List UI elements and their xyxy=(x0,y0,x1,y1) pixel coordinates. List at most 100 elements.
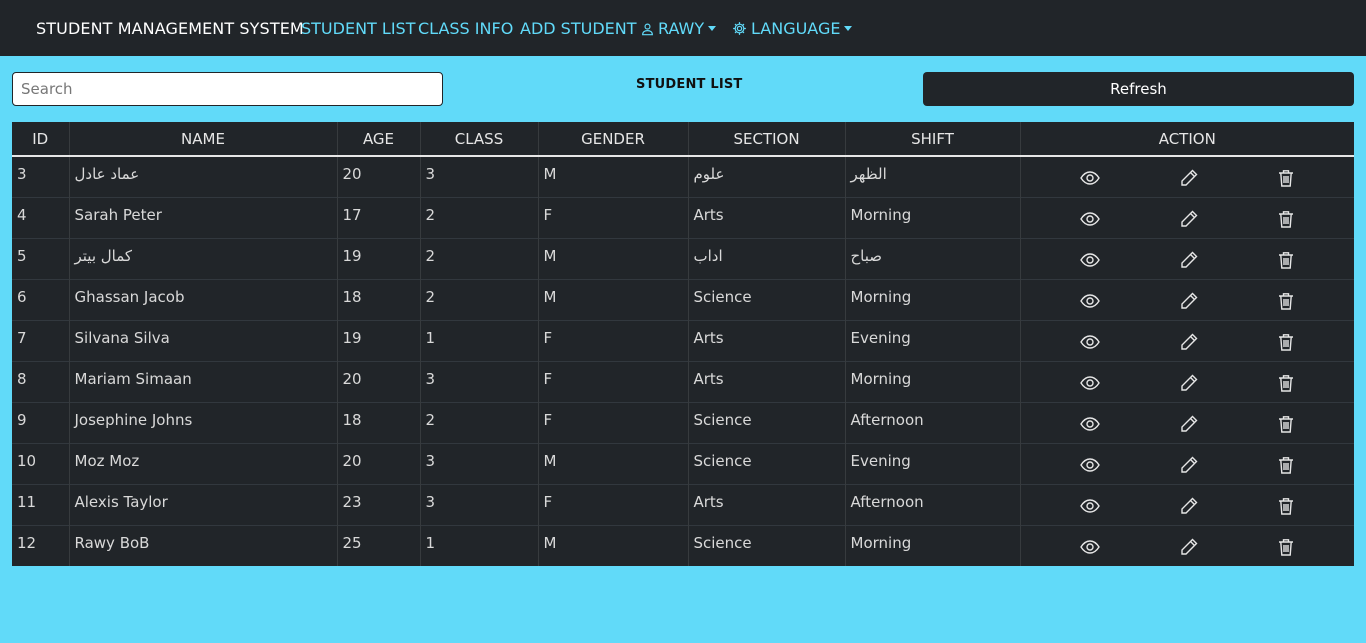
col-header-section: SECTION xyxy=(688,122,846,157)
view-eye-icon[interactable] xyxy=(1080,294,1101,312)
table-row: 3 عماد عادل 20 3 M علوم الظهر xyxy=(12,155,1354,198)
cell-name: Josephine Johns xyxy=(69,402,338,444)
search-input[interactable] xyxy=(12,72,443,106)
cell-action xyxy=(1020,155,1354,198)
edit-pencil-icon[interactable] xyxy=(1180,538,1198,560)
cell-name-text: كمال بيتر xyxy=(74,247,133,265)
cell-age-text: 25 xyxy=(342,534,362,552)
edit-pencil-icon[interactable] xyxy=(1180,333,1198,355)
view-eye-icon[interactable] xyxy=(1080,499,1101,517)
cell-age: 19 xyxy=(337,320,421,362)
view-eye-icon[interactable] xyxy=(1080,417,1101,435)
cell-name-text: Silvana Silva xyxy=(74,329,170,347)
cell-name-text: Mariam Simaan xyxy=(74,370,192,388)
edit-pencil-icon[interactable] xyxy=(1180,497,1198,519)
cell-id: 5 xyxy=(12,238,70,280)
refresh-button[interactable]: Refresh xyxy=(923,72,1354,106)
delete-trash-icon[interactable] xyxy=(1278,210,1294,232)
cell-age: 25 xyxy=(337,525,421,566)
cell-age: 19 xyxy=(337,238,421,280)
cell-name: Moz Moz xyxy=(69,443,338,485)
edit-pencil-icon[interactable] xyxy=(1180,456,1198,478)
edit-pencil-icon[interactable] xyxy=(1180,169,1198,191)
delete-trash-icon[interactable] xyxy=(1278,169,1294,191)
cell-gender-text: M xyxy=(543,247,557,265)
delete-trash-icon[interactable] xyxy=(1278,251,1294,273)
cell-action xyxy=(1020,525,1354,566)
view-eye-icon[interactable] xyxy=(1080,171,1101,189)
delete-trash-icon[interactable] xyxy=(1278,292,1294,314)
cell-id-text: 8 xyxy=(17,370,27,388)
delete-trash-icon[interactable] xyxy=(1278,497,1294,519)
cell-section: Science xyxy=(688,443,846,485)
cell-id: 4 xyxy=(12,197,70,239)
edit-pencil-icon[interactable] xyxy=(1180,292,1198,314)
col-header-gender: GENDER xyxy=(538,122,689,157)
cell-shift-text: Evening xyxy=(850,329,911,347)
cell-section: Science xyxy=(688,525,846,566)
cell-class: 3 xyxy=(420,361,539,403)
view-eye-icon[interactable] xyxy=(1080,253,1101,271)
col-header-class: CLASS xyxy=(420,122,539,157)
edit-pencil-icon[interactable] xyxy=(1180,210,1198,232)
nav-add-student[interactable]: ADD STUDENT xyxy=(520,19,636,38)
view-eye-icon[interactable] xyxy=(1080,335,1101,353)
nav-language-dropdown[interactable]: LANGUAGE xyxy=(732,19,853,38)
edit-pencil-icon[interactable] xyxy=(1180,415,1198,437)
view-eye-icon[interactable] xyxy=(1080,540,1101,558)
delete-trash-icon[interactable] xyxy=(1278,538,1294,560)
cell-gender: F xyxy=(538,320,689,362)
cell-gender-text: F xyxy=(543,206,553,224)
page-title: STUDENT LIST xyxy=(636,77,743,92)
cell-class-text: 2 xyxy=(425,247,436,265)
cell-id-text: 11 xyxy=(17,493,37,511)
col-header-age: AGE xyxy=(337,122,421,157)
cell-id-text: 3 xyxy=(17,165,27,183)
cell-class-text: 3 xyxy=(425,165,436,183)
cell-age-text: 23 xyxy=(342,493,362,511)
table-row: 7 Silvana Silva 19 1 F Arts Evening xyxy=(12,320,1354,362)
cell-name: Mariam Simaan xyxy=(69,361,338,403)
cell-section-text: Science xyxy=(693,288,752,306)
cell-age: 20 xyxy=(337,361,421,403)
cell-name: عماد عادل xyxy=(69,155,338,198)
cell-action xyxy=(1020,197,1354,239)
action-group xyxy=(1021,444,1355,484)
cell-id-text: 7 xyxy=(17,329,27,347)
brand[interactable]: STUDENT MANAGEMENT SYSTEM xyxy=(36,19,304,38)
cell-gender-text: M xyxy=(543,534,557,552)
cell-shift: Afternoon xyxy=(845,484,1021,526)
view-eye-icon[interactable] xyxy=(1080,458,1101,476)
cell-gender-text: M xyxy=(543,165,557,183)
cell-gender-text: F xyxy=(543,329,553,347)
delete-trash-icon[interactable] xyxy=(1278,415,1294,437)
cell-age-text: 19 xyxy=(342,247,362,265)
cell-age-text: 17 xyxy=(342,206,362,224)
cell-gender: F xyxy=(538,197,689,239)
delete-trash-icon[interactable] xyxy=(1278,456,1294,478)
cell-class-text: 1 xyxy=(425,534,436,552)
cell-section: Science xyxy=(688,279,846,321)
edit-pencil-icon[interactable] xyxy=(1180,251,1198,273)
cell-class: 2 xyxy=(420,402,539,444)
cell-class: 2 xyxy=(420,197,539,239)
nav-student-list[interactable]: STUDENT LIST xyxy=(301,19,415,38)
cell-age-text: 20 xyxy=(342,165,362,183)
cell-id: 7 xyxy=(12,320,70,362)
edit-pencil-icon[interactable] xyxy=(1180,374,1198,396)
cell-shift: Evening xyxy=(845,443,1021,485)
view-eye-icon[interactable] xyxy=(1080,212,1101,230)
action-group xyxy=(1021,485,1355,525)
cell-shift: الظهر xyxy=(845,155,1021,198)
cell-gender: M xyxy=(538,155,689,198)
cell-age-text: 20 xyxy=(342,370,362,388)
cell-class-text: 2 xyxy=(425,206,436,224)
cell-shift-text: الظهر xyxy=(850,165,887,183)
nav-class-info[interactable]: CLASS INFO xyxy=(418,19,513,38)
delete-trash-icon[interactable] xyxy=(1278,374,1294,396)
nav-user-dropdown[interactable]: RAWY xyxy=(641,19,717,38)
delete-trash-icon[interactable] xyxy=(1278,333,1294,355)
cell-shift-text: Morning xyxy=(850,370,912,388)
cell-shift-text: Evening xyxy=(850,452,911,470)
view-eye-icon[interactable] xyxy=(1080,376,1101,394)
